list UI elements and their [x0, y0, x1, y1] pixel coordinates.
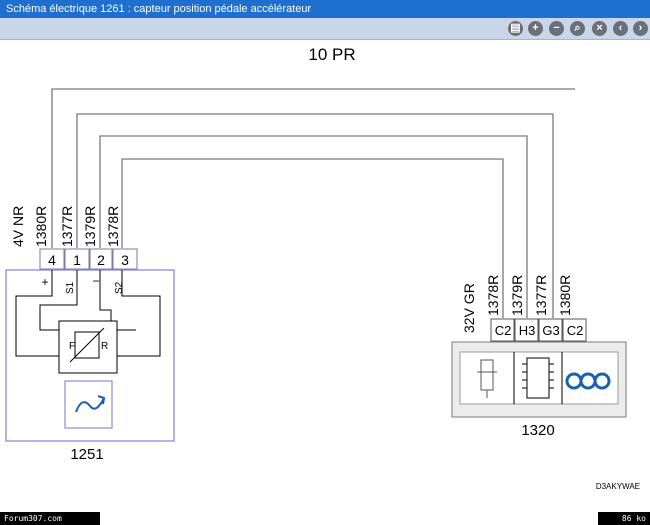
sign-minus: − [92, 274, 99, 288]
wire-1378 [121, 158, 504, 318]
resistor-letter-r: R [101, 341, 108, 352]
right-pin-c2a: C2 [495, 323, 512, 338]
wire-label-1379-right: 1379R [509, 275, 525, 316]
component-1251-label: 1251 [70, 446, 103, 463]
toolbar: ▤ + − ⌕ × ‹ › [0, 18, 650, 40]
left-pin-4: 4 [48, 252, 56, 268]
wire-label-ground-right: 32V GR [461, 283, 477, 333]
right-pin-c2b: C2 [567, 323, 584, 338]
zoom-out-icon[interactable]: − [549, 21, 564, 36]
wire-label-1378-right: 1378R [485, 275, 501, 316]
wire-label-1380-left: 1380R [33, 206, 49, 247]
wire-label-1380-right: 1380R [557, 275, 573, 316]
window-title: Schéma électrique 1261 : capteur positio… [6, 3, 312, 15]
wire-label-1377-right: 1377R [533, 275, 549, 316]
wire-label-1379-left: 1379R [82, 206, 98, 247]
component-1320-label: 1320 [521, 422, 554, 439]
header-label: 10 PR [308, 45, 355, 64]
left-pin-2: 2 [97, 252, 105, 268]
wire-label-1377-left: 1377R [59, 206, 75, 247]
forward-icon[interactable]: › [633, 21, 648, 36]
footer-file-size: 86 ko [598, 512, 650, 525]
left-pin-1: 1 [73, 252, 81, 268]
wire-label-ground-left: 4V NR [10, 206, 26, 247]
sign-plus: + [41, 275, 48, 289]
wire-label-1378-left: 1378R [105, 206, 121, 247]
wiring-diagram: 10 PR 4V NR 1380R 1377R 1379R 1378R 32V … [5, 45, 640, 491]
right-pin-g3: G3 [542, 323, 559, 338]
footer-left-label: Forum307.com [0, 512, 100, 525]
wire-1380 [51, 88, 575, 248]
zoom-in-icon[interactable]: + [528, 21, 543, 36]
close-x-icon[interactable]: × [592, 21, 607, 36]
window-title-bar: Schéma électrique 1261 : capteur positio… [0, 0, 650, 18]
diagram-canvas: 10 PR 4V NR 1380R 1377R 1379R 1378R 32V … [0, 40, 650, 512]
left-pin-3: 3 [121, 252, 129, 268]
right-pin-h3: H3 [519, 323, 536, 338]
reference-code: D3AKYWAE [596, 482, 640, 491]
footer: Forum307.com 86 ko [0, 512, 650, 525]
resistor-letter-f: F [69, 341, 75, 352]
sign-s1: S1 [65, 281, 76, 294]
back-icon[interactable]: ‹ [613, 21, 628, 36]
search-icon[interactable]: ⌕ [570, 21, 585, 36]
print-icon[interactable]: ▤ [508, 21, 523, 36]
sign-s2: S2 [114, 281, 125, 294]
